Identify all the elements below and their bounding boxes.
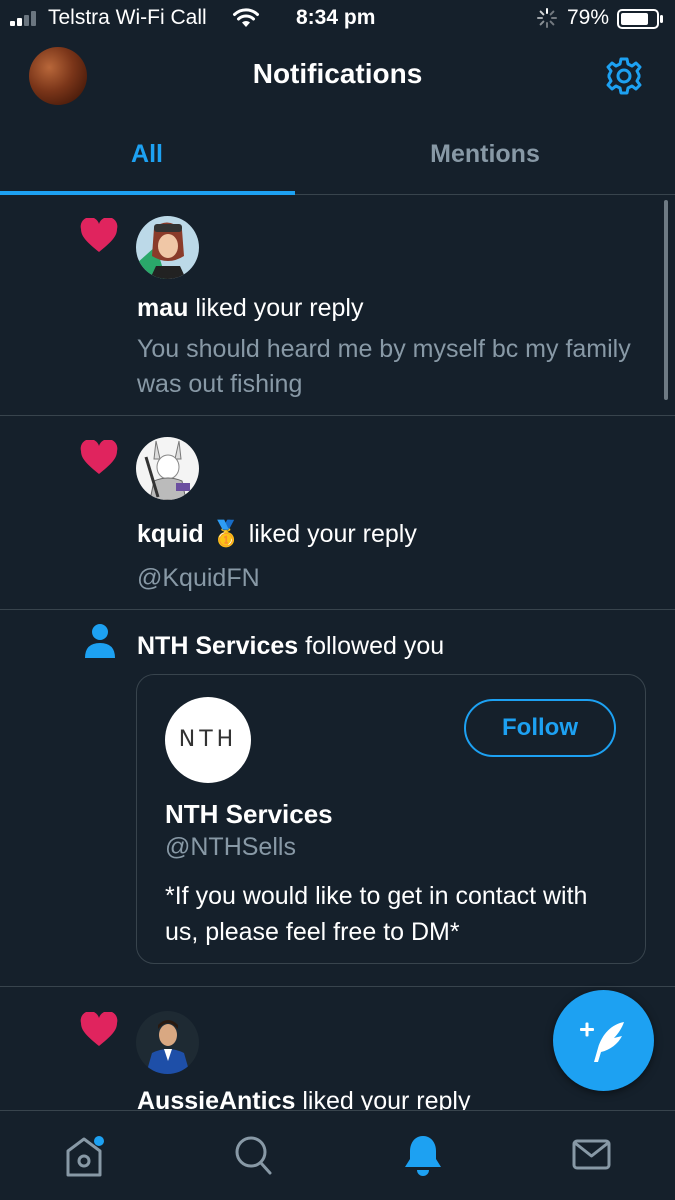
notification-action: followed you [305, 632, 445, 660]
reply-preview: You should heard me by myself bc my fami… [137, 335, 631, 398]
heart-icon [80, 439, 118, 481]
compose-feather-icon [578, 1018, 630, 1071]
heart-icon [80, 217, 118, 259]
card-bio: *If you would like to get in contact wit… [165, 882, 588, 946]
status-bar: Telstra Wi-Fi Call 8:34 pm 79% [0, 0, 675, 38]
battery-percent: 79% [567, 6, 610, 29]
tab-mentions[interactable]: Mentions [385, 140, 585, 169]
tab-all[interactable]: All [47, 140, 247, 169]
notification-text: NTH Services followed you [137, 632, 444, 661]
notification-text: kquid 🥇 liked your reply [137, 520, 417, 549]
notification-item[interactable]: kquid 🥇 liked your reply @KquidFN [0, 416, 675, 610]
user-name[interactable]: mau [137, 294, 188, 322]
person-icon [84, 623, 116, 664]
clock: 8:34 pm [296, 6, 376, 29]
notification-tabs: All Mentions [0, 118, 675, 195]
mail-icon[interactable] [571, 1133, 613, 1182]
follow-button[interactable]: Follow [464, 699, 616, 757]
card-handle: @NTHSells [165, 833, 296, 861]
home-icon[interactable] [64, 1133, 108, 1184]
signal-bars-icon [10, 10, 42, 31]
battery-icon [617, 9, 665, 34]
notification-item[interactable]: mau liked your reply You should heard me… [0, 196, 675, 416]
avatar[interactable] [136, 1011, 199, 1074]
gear-icon[interactable] [604, 56, 644, 101]
carrier-label: Telstra Wi-Fi Call [48, 6, 207, 29]
user-name[interactable]: NTH Services [137, 632, 298, 660]
bottom-tab-bar [0, 1110, 675, 1200]
notification-action: liked your reply [248, 520, 417, 548]
heart-icon [80, 1011, 118, 1053]
notification-action: liked your reply [195, 294, 364, 322]
notification-text: AussieAntics liked your reply [137, 1087, 470, 1110]
app-header: Notifications [0, 38, 675, 118]
bell-icon[interactable] [402, 1133, 444, 1182]
nth-logo[interactable]: NTH [165, 697, 251, 783]
user-name[interactable]: AussieAntics [137, 1087, 295, 1110]
card-display-name: NTH Services [165, 799, 333, 829]
avatar[interactable] [136, 437, 199, 500]
notification-action: liked your reply [302, 1087, 471, 1110]
page-title: Notifications [252, 58, 423, 89]
notification-text: mau liked your reply [137, 294, 364, 323]
compose-button[interactable] [553, 990, 654, 1091]
activity-spinner-icon [537, 8, 557, 33]
profile-card[interactable]: NTH Follow NTH Services @NTHSells *If yo… [136, 674, 646, 964]
wifi-icon [232, 8, 260, 33]
selected-tab-indicator [0, 191, 295, 195]
avatar[interactable] [136, 216, 199, 279]
search-icon[interactable] [233, 1133, 275, 1182]
reply-preview: @KquidFN [137, 564, 260, 592]
medal-icon: 🥇 [210, 520, 242, 548]
user-name[interactable]: kquid [137, 520, 204, 548]
